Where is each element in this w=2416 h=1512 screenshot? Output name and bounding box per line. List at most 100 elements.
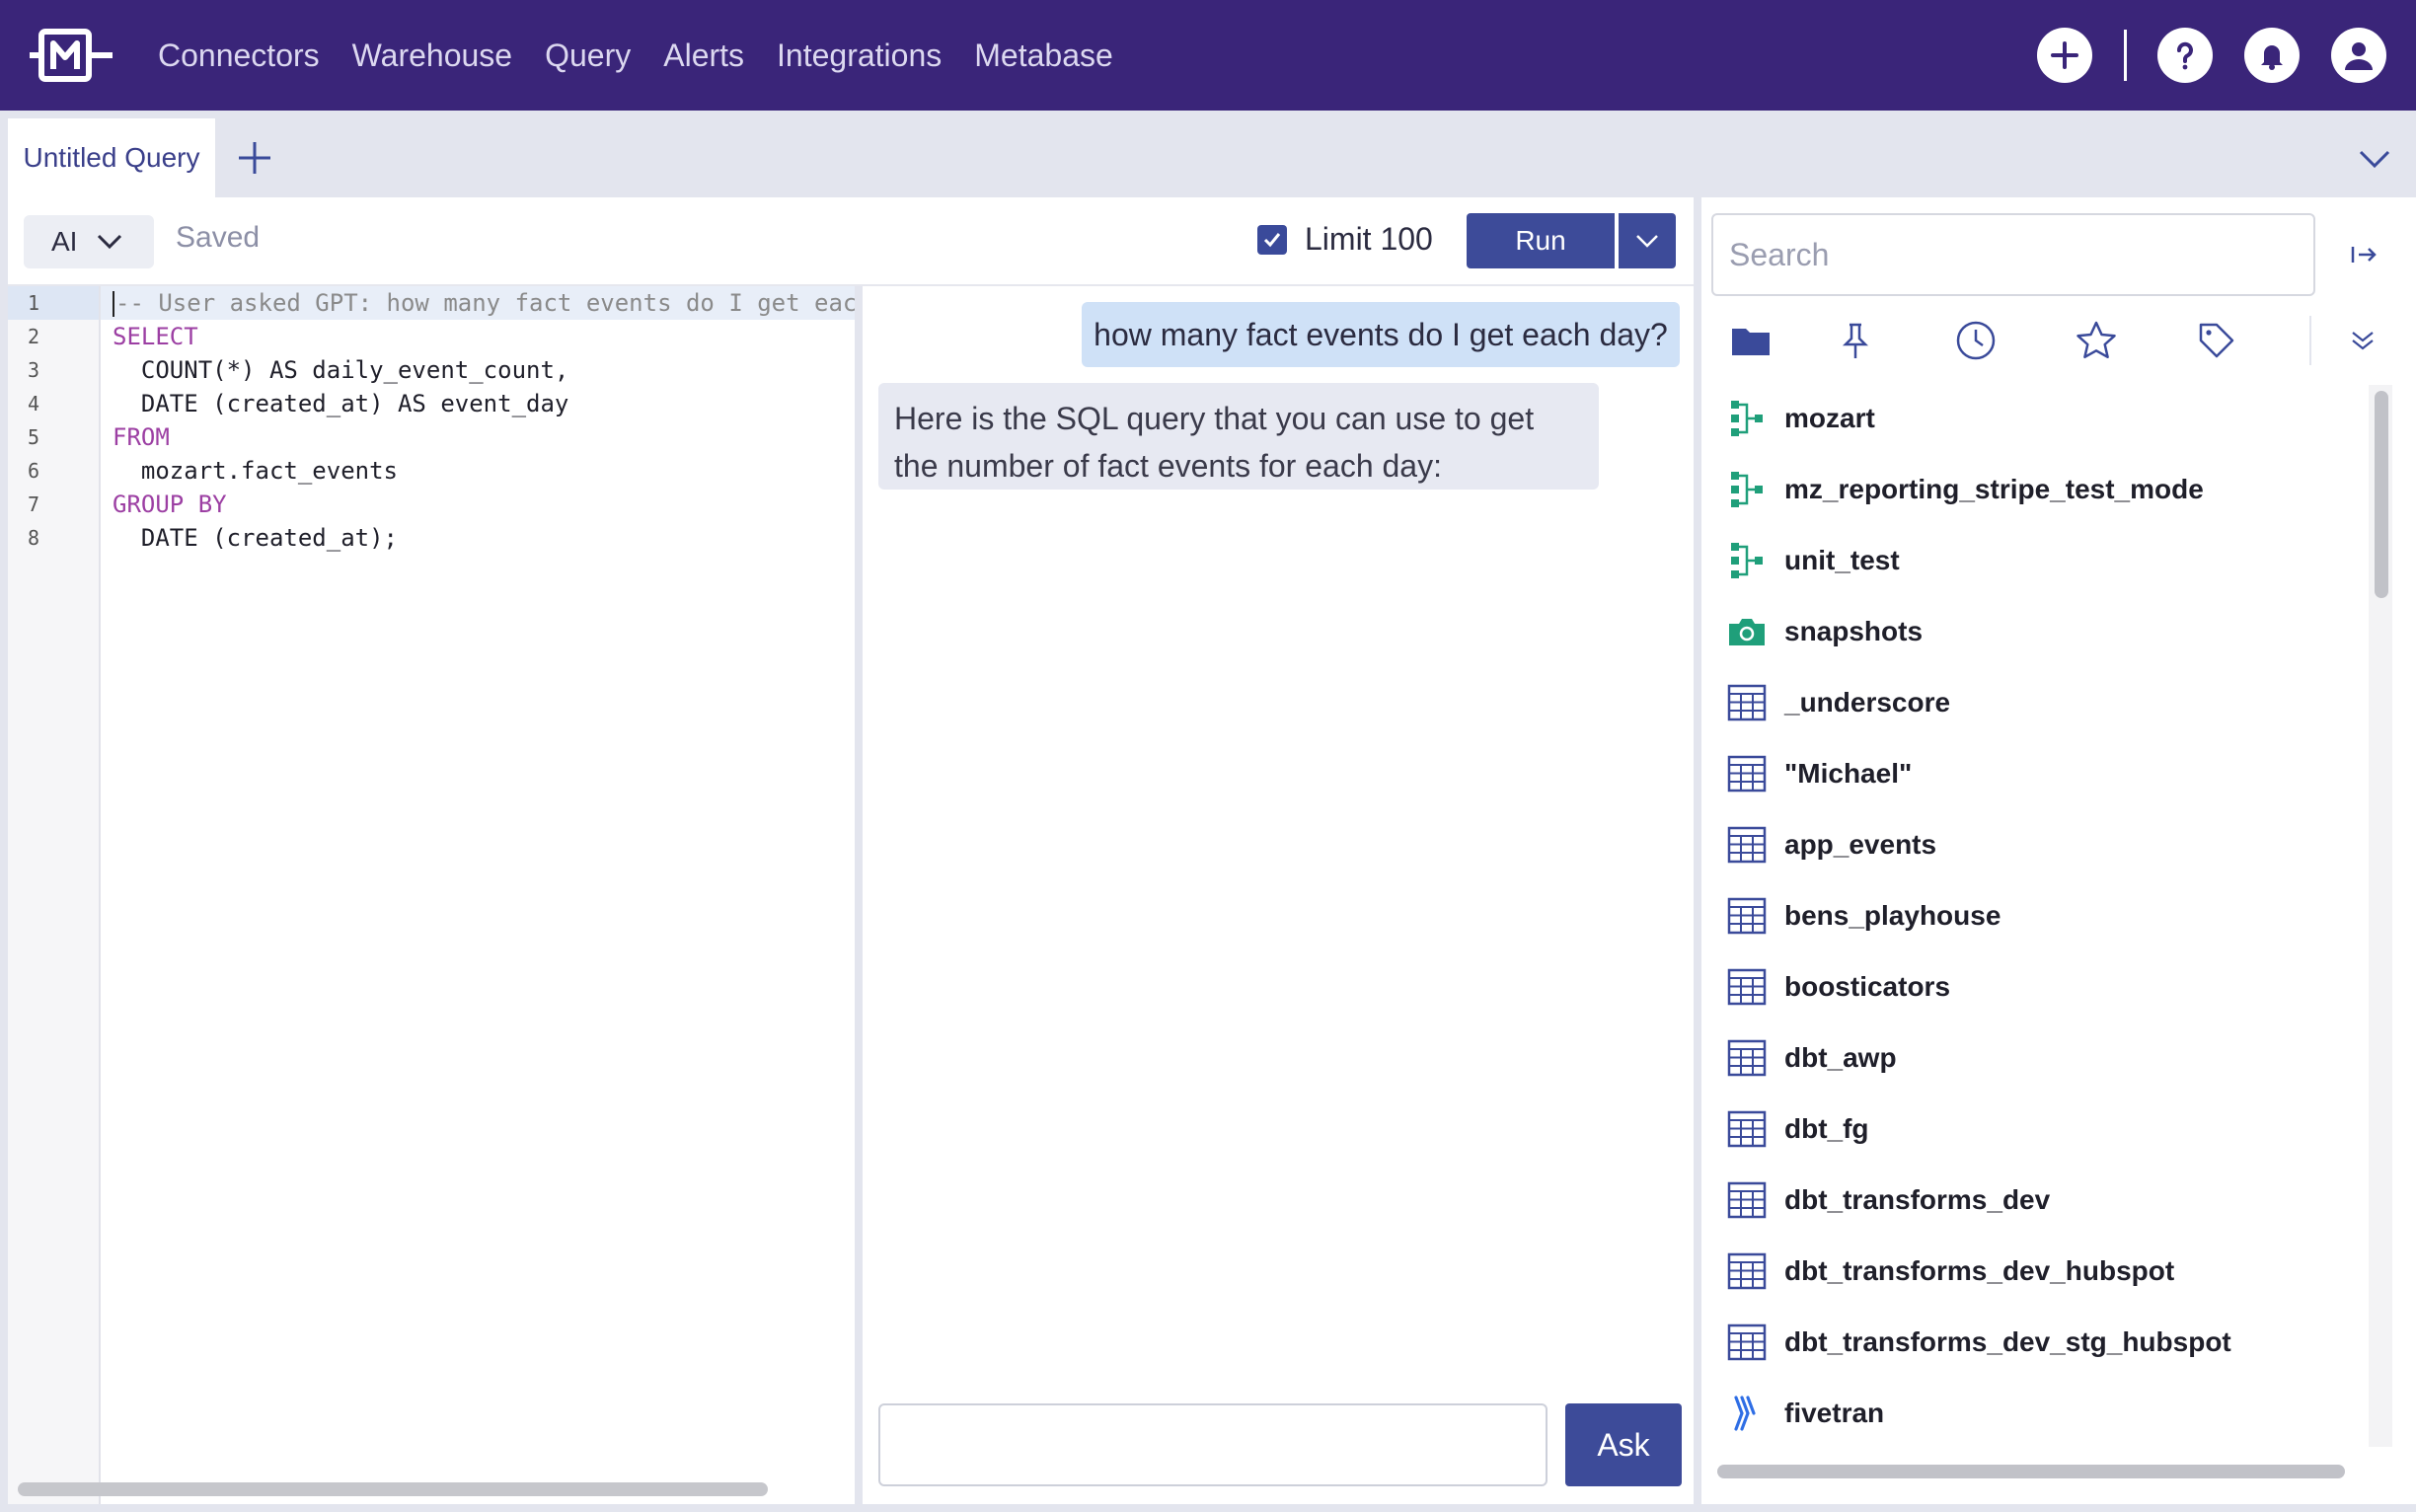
editor-chat-splitter[interactable] — [855, 286, 863, 1504]
list-item-label: dbt_fg — [1784, 1113, 1869, 1144]
list-item-label: boosticators — [1784, 971, 1951, 1002]
top-nav-bar: Connectors Warehouse Query Alerts Integr… — [0, 0, 2416, 111]
nav-connectors[interactable]: Connectors — [158, 38, 320, 74]
create-button[interactable] — [2037, 28, 2092, 83]
star-icon — [2076, 321, 2116, 359]
list-item[interactable]: boosticators — [1727, 951, 1950, 1022]
nav-integrations[interactable]: Integrations — [777, 38, 942, 74]
mode-select[interactable]: AI — [24, 215, 154, 268]
nav-query[interactable]: Query — [545, 38, 631, 74]
list-item-label: dbt_awp — [1784, 1042, 1897, 1073]
notifications-button[interactable] — [2244, 28, 2300, 83]
code-line: GROUP BY — [113, 491, 227, 518]
clock-icon — [1956, 321, 1996, 360]
list-item-label: app_events — [1784, 829, 1937, 860]
chevron-down-icon — [98, 234, 122, 250]
folder-icon — [1732, 329, 1770, 355]
list-item[interactable]: dbt_fg — [1727, 1094, 1869, 1165]
schema-icon — [1727, 399, 1767, 438]
list-item[interactable]: dbt_transforms_dev — [1727, 1165, 2050, 1236]
limit-toggle[interactable]: Limit 100 — [1257, 221, 1433, 258]
list-item-label: dbt_transforms_dev — [1784, 1184, 2051, 1215]
tab-untitled-query[interactable]: Untitled Query — [8, 118, 215, 197]
list-item[interactable]: mz_reporting_stripe_test_mode — [1727, 454, 2204, 525]
list-item-label: bens_playhouse — [1784, 900, 2001, 931]
user-icon — [2345, 42, 2373, 70]
list-item[interactable]: dbt_awp — [1727, 1022, 1897, 1094]
line-number: 5 — [28, 425, 40, 449]
list-item[interactable]: snapshots — [1727, 596, 1923, 667]
table-icon — [1727, 1180, 1767, 1220]
list-item-label: dbt_transforms_dev_stg_hubspot — [1784, 1326, 2231, 1357]
schema-search-input[interactable] — [1711, 213, 2315, 296]
pin-icon — [1842, 323, 1869, 358]
chat-input[interactable] — [878, 1403, 1548, 1486]
table-icon — [1727, 754, 1767, 794]
line-number: 6 — [28, 459, 40, 483]
schema-icon — [1727, 541, 1767, 580]
nav-metabase[interactable]: Metabase — [974, 38, 1113, 74]
filter-favorites[interactable] — [2047, 316, 2146, 365]
list-item[interactable]: bens_playhouse — [1727, 880, 2001, 951]
main-nav: Connectors Warehouse Query Alerts Integr… — [158, 0, 1146, 111]
code-line: SELECT — [113, 323, 198, 350]
checkmark-icon — [1263, 232, 1281, 247]
code-comment: -- User asked GPT: how many fact events … — [115, 289, 855, 317]
table-icon — [1727, 1038, 1767, 1078]
schema-list-horizontal-scrollbar[interactable] — [1717, 1465, 2345, 1478]
browser-filter-bar — [1701, 306, 2416, 375]
help-icon — [2177, 41, 2193, 70]
list-item[interactable]: dbt_transforms_dev_stg_hubspot — [1727, 1307, 2231, 1378]
filter-folders[interactable] — [1701, 316, 1800, 365]
nav-divider — [2124, 30, 2127, 81]
bell-icon — [2261, 45, 2283, 70]
mozart-logo-icon[interactable] — [30, 26, 113, 85]
nav-warehouse[interactable]: Warehouse — [352, 38, 512, 74]
line-number: 2 — [28, 325, 40, 348]
list-item[interactable]: _underscore — [1727, 667, 1950, 738]
filter-pinned[interactable] — [1806, 316, 1905, 365]
list-item-label: unit_test — [1784, 545, 1900, 575]
filter-divider — [2309, 316, 2311, 365]
editor-horizontal-scrollbar[interactable] — [18, 1482, 768, 1496]
line-number-gutter: 1 2 3 4 5 6 7 8 — [8, 286, 101, 1504]
query-editor-panel: AI Saved Limit 100 Run 1 2 3 4 5 6 7 8 -… — [8, 197, 1694, 1504]
list-item[interactable]: app_events — [1727, 809, 1936, 880]
tag-icon — [2199, 323, 2234, 358]
query-tab-strip: Untitled Query — [0, 111, 2416, 197]
chevron-down-icon[interactable] — [2355, 138, 2394, 178]
ask-button[interactable]: Ask — [1565, 1403, 1682, 1486]
filter-more[interactable] — [2323, 316, 2402, 365]
table-icon — [1727, 825, 1767, 865]
plus-icon — [2051, 41, 2078, 69]
list-item[interactable]: "Michael" — [1727, 738, 1912, 809]
sidebar-splitter[interactable] — [1694, 197, 1701, 1504]
mode-select-value: AI — [51, 226, 78, 257]
code-line: mozart.fact_events — [113, 457, 398, 485]
list-item-label: _underscore — [1784, 687, 1951, 718]
line-number: 1 — [8, 286, 99, 320]
list-item-label: mz_reporting_stripe_test_mode — [1784, 474, 2204, 504]
add-tab-icon[interactable] — [235, 138, 274, 178]
code-line: DATE (created_at) AS event_day — [113, 390, 569, 417]
nav-alerts[interactable]: Alerts — [663, 38, 744, 74]
schema-list-vertical-scrollbar[interactable] — [2375, 391, 2388, 598]
user-menu-button[interactable] — [2331, 28, 2386, 83]
run-button[interactable]: Run — [1467, 213, 1615, 268]
schema-browser-sidebar: mozart mz_reporting_stripe_test_mode uni… — [1701, 197, 2416, 1504]
help-button[interactable] — [2157, 28, 2213, 83]
list-item[interactable]: mozart — [1727, 383, 1875, 454]
text-cursor — [113, 291, 114, 317]
list-item[interactable]: unit_test — [1727, 525, 1900, 596]
collapse-sidebar-icon[interactable] — [2345, 235, 2384, 274]
limit-checkbox[interactable] — [1257, 224, 1287, 255]
chevron-double-down-icon — [2352, 332, 2374, 350]
list-item-label: "Michael" — [1784, 758, 1913, 789]
code-line: FROM — [113, 423, 170, 451]
filter-tags[interactable] — [2167, 316, 2266, 365]
list-item[interactable]: fivetran — [1727, 1378, 1884, 1449]
list-item[interactable]: dbt_transforms_dev_hubspot — [1727, 1236, 2174, 1307]
sql-editor[interactable]: -- User asked GPT: how many fact events … — [101, 286, 855, 1504]
filter-recent[interactable] — [1926, 316, 2025, 365]
run-options-button[interactable] — [1619, 213, 1676, 268]
